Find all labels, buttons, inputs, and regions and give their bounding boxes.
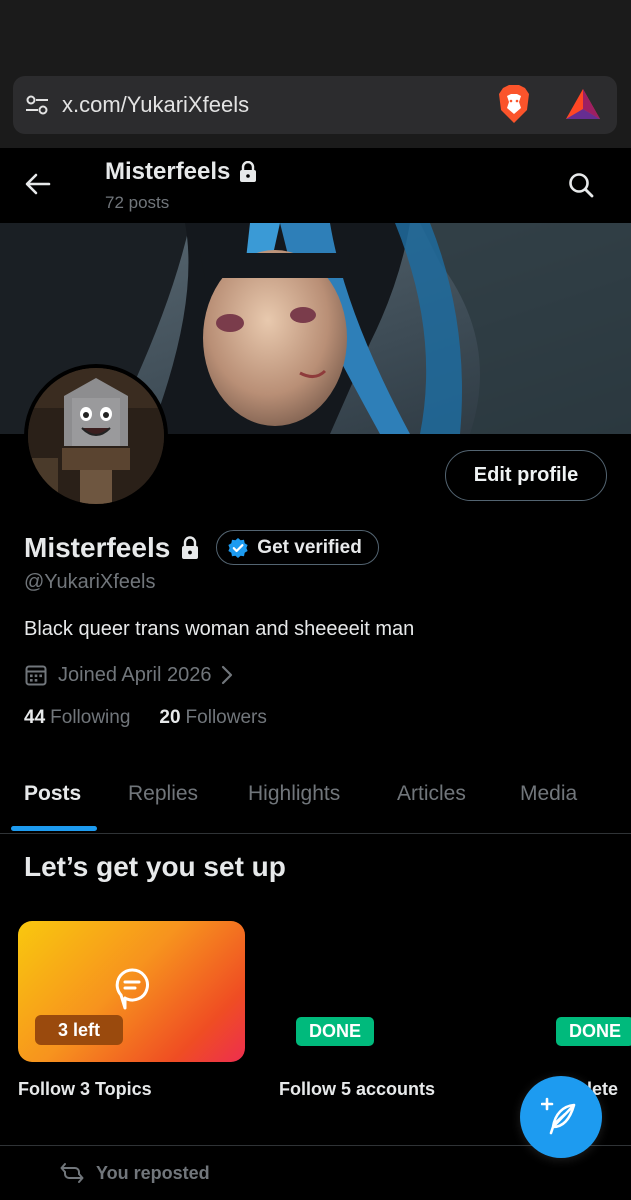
follow-topics-card[interactable]: 3 left xyxy=(18,921,245,1062)
following-label: Following xyxy=(50,707,131,728)
card-label-topics[interactable]: Follow 3 Topics xyxy=(18,1079,152,1100)
header-title-group: Misterfeels xyxy=(105,158,258,186)
header-title: Misterfeels xyxy=(105,158,231,185)
calendar-icon xyxy=(25,665,47,686)
lock-icon xyxy=(182,535,199,559)
followers-link[interactable]: 20 Followers xyxy=(159,707,266,729)
card-label-accounts[interactable]: Follow 5 accounts xyxy=(279,1079,435,1100)
done-badge: DONE xyxy=(556,1017,631,1046)
profile-avatar[interactable] xyxy=(24,364,168,508)
followers-count: 20 xyxy=(159,707,181,728)
active-tab-indicator xyxy=(11,826,97,831)
repost-indicator: You reposted xyxy=(60,1162,210,1184)
done-badge: DONE xyxy=(296,1017,374,1046)
lock-icon xyxy=(240,161,257,182)
tab-articles[interactable]: Articles xyxy=(397,782,466,806)
profile-bio: Black queer trans woman and sheeeeit man xyxy=(24,618,415,640)
search-icon[interactable] xyxy=(566,170,596,200)
tab-posts[interactable]: Posts xyxy=(24,782,81,806)
brave-lion-icon[interactable] xyxy=(497,84,531,124)
avatar-artwork xyxy=(28,368,164,504)
following-count: 44 xyxy=(24,707,46,728)
browser-chrome: x.com/YukariXfeels xyxy=(0,0,631,148)
profile-name-row: Misterfeels Get verified xyxy=(24,530,379,565)
topic-chat-icon xyxy=(115,968,149,1010)
compose-post-button[interactable] xyxy=(520,1076,602,1158)
compose-feather-icon xyxy=(541,1097,576,1135)
bat-rewards-icon[interactable] xyxy=(564,87,602,121)
setup-title: Let’s get you set up xyxy=(24,851,286,882)
site-settings-icon[interactable] xyxy=(24,92,50,118)
url-text[interactable]: x.com/YukariXfeels xyxy=(62,92,249,118)
follow-stats: 44 Following 20 Followers xyxy=(24,707,267,729)
display-name: Misterfeels xyxy=(24,531,171,563)
profile-tabs: Posts Replies Highlights Articles Media xyxy=(0,760,631,834)
chevron-right-icon xyxy=(222,665,233,685)
remaining-badge: 3 left xyxy=(35,1015,123,1045)
back-arrow-icon[interactable] xyxy=(22,168,54,200)
get-verified-button[interactable]: Get verified xyxy=(216,530,379,565)
tab-media[interactable]: Media xyxy=(520,782,577,806)
edit-profile-button[interactable]: Edit profile xyxy=(445,450,607,501)
repost-label: You reposted xyxy=(96,1162,210,1183)
following-link[interactable]: 44 Following xyxy=(24,707,130,729)
followers-label: Followers xyxy=(185,707,267,728)
address-bar[interactable]: x.com/YukariXfeels xyxy=(13,76,617,134)
tab-highlights[interactable]: Highlights xyxy=(248,782,340,806)
joined-date: Joined April 2026 xyxy=(58,663,212,686)
profile-header-bar: Misterfeels 72 posts xyxy=(0,148,631,223)
repost-icon xyxy=(60,1163,84,1183)
joined-date-row[interactable]: Joined April 2026 xyxy=(24,663,235,687)
profile-handle: @YukariXfeels xyxy=(24,571,156,593)
post-count: 72 posts xyxy=(105,193,170,212)
verified-badge-icon xyxy=(228,537,248,558)
get-verified-label: Get verified xyxy=(257,536,362,558)
tab-replies[interactable]: Replies xyxy=(128,782,198,806)
